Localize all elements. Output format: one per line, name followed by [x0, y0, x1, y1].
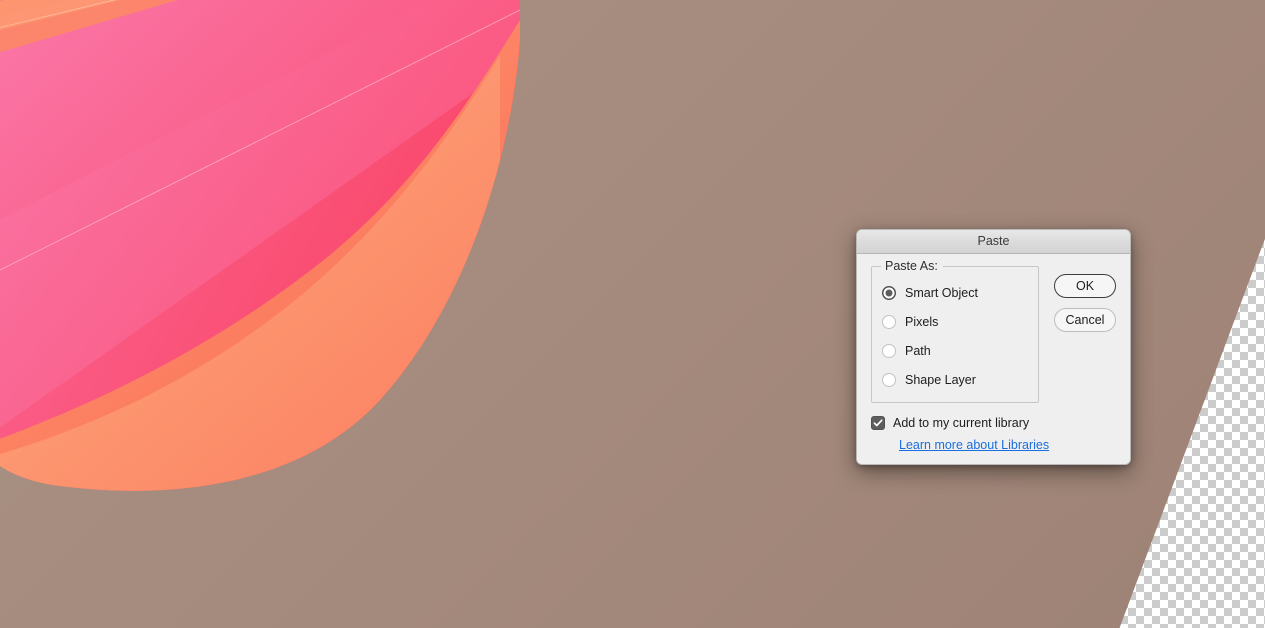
ok-button[interactable]: OK [1054, 274, 1116, 298]
learn-more-row: Learn more about Libraries [871, 436, 1116, 454]
radio-icon-smart-object[interactable] [882, 286, 896, 300]
paste-as-group: Paste As: Smart Object Pixels Path Shape… [871, 259, 1039, 403]
paste-as-legend: Paste As: [881, 259, 943, 274]
radio-option-path[interactable]: Path [882, 340, 1028, 362]
add-to-library-checkbox-row[interactable]: Add to my current library [871, 416, 1116, 430]
dialog-main-row: Paste As: Smart Object Pixels Path Shape… [871, 259, 1116, 403]
add-to-library-label: Add to my current library [893, 416, 1030, 430]
desktop-screen: Paste Paste As: Smart Object Pixels Path… [0, 0, 1265, 628]
radio-icon-pixels[interactable] [882, 315, 896, 329]
radio-label-path: Path [905, 344, 931, 358]
radio-icon-path[interactable] [882, 344, 896, 358]
learn-more-link[interactable]: Learn more about Libraries [899, 438, 1049, 452]
dialog-title-bar[interactable]: Paste [857, 230, 1130, 254]
radio-label-shape-layer: Shape Layer [905, 373, 976, 387]
cancel-button[interactable]: Cancel [1054, 308, 1116, 332]
page-title: Paste [977, 234, 1010, 248]
radio-option-shape-layer[interactable]: Shape Layer [882, 369, 1028, 391]
dialog-body: Paste As: Smart Object Pixels Path Shape… [857, 254, 1130, 464]
radio-icon-shape-layer[interactable] [882, 373, 896, 387]
radio-option-smart-object[interactable]: Smart Object [882, 282, 1028, 304]
checkbox-icon-add-to-library[interactable] [871, 416, 885, 430]
radio-option-pixels[interactable]: Pixels [882, 311, 1028, 333]
dialog-button-column: OK Cancel [1054, 266, 1116, 332]
paste-dialog: Paste Paste As: Smart Object Pixels Path… [856, 229, 1131, 465]
dialog-footer: Add to my current library Learn more abo… [871, 416, 1116, 454]
radio-label-smart-object: Smart Object [905, 286, 978, 300]
abstract-gradient-artwork [0, 0, 520, 500]
radio-label-pixels: Pixels [905, 315, 939, 329]
